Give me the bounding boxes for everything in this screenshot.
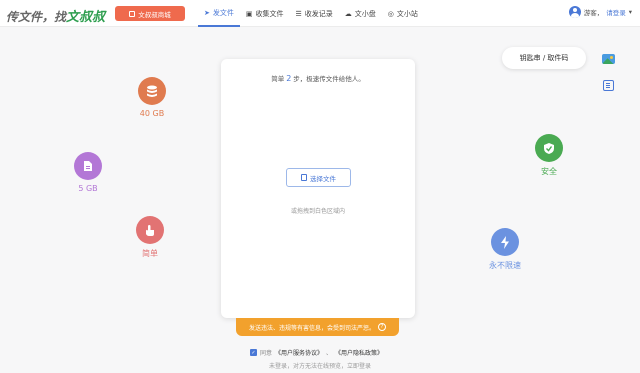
feature-label: 永不限速 [489, 261, 521, 270]
pickup-code-button[interactable]: 钥匙串 / 取件码 [502, 47, 586, 69]
warning-banner: 发送违法、违规等有害信息，会受到司法严惩。 ? [236, 318, 399, 336]
nav-cloud-disk[interactable]: ☁ 文小盘 [339, 0, 382, 27]
image-tool-button[interactable] [599, 50, 617, 68]
compass-icon: ◎ [387, 9, 394, 18]
nav-collect-files[interactable]: ▣ 收集文件 [240, 0, 290, 27]
logo-highlight: 文叔叔 [66, 10, 106, 25]
login-link[interactable]: 请登录 [606, 7, 626, 17]
nav-label: 文小盘 [354, 9, 376, 18]
lightning-icon [491, 228, 519, 256]
drop-hint: 或拖拽到白色区域内 [290, 208, 345, 215]
list-icon [602, 79, 614, 91]
user-menu[interactable]: 游客， 请登录 ▾ [568, 6, 632, 18]
nav-label: 发文件 [212, 8, 234, 17]
steps-pre: 简单 [271, 75, 285, 83]
feature-label: 40 GB [139, 109, 165, 118]
help-icon[interactable]: ? [378, 323, 386, 331]
list-tool-button[interactable] [599, 76, 617, 94]
choose-file-button[interactable]: 选择文件 [286, 168, 351, 187]
send-icon: ➤ [204, 8, 210, 17]
choose-file-label: 选择文件 [310, 174, 336, 183]
shop-button[interactable]: 文叔叔商城 [115, 6, 185, 21]
warning-text: 发送违法、违规等有害信息，会受到司法严惩。 [248, 324, 375, 332]
agree-sep: 、 [326, 350, 333, 357]
feature-storage: 40 GB [130, 77, 174, 118]
document-icon [74, 152, 102, 180]
record-icon: ☰ [295, 9, 302, 18]
site-logo[interactable]: 传文件，找文叔叔 [6, 6, 105, 25]
privacy-policy-link[interactable]: 《用户隐私政策》 [335, 348, 383, 357]
file-icon [301, 174, 307, 181]
feature-simple: 简单 [128, 216, 172, 259]
image-icon [601, 54, 615, 64]
feature-unlimited-speed: 永不限速 [480, 228, 530, 271]
top-header: 传文件，找文叔叔 文叔叔商城 ➤ 发文件 ▣ 收集文件 ☰ 收发记录 ☁ 文小盘… [0, 0, 640, 27]
logo-prefix: 传文件，找 [6, 10, 67, 24]
feature-label: 安全 [541, 167, 557, 176]
login-note[interactable]: 未登录，对方无法在线预览，立即登录 [0, 361, 640, 370]
steps-text: 简单 2 步，极速传文件给他人。 [221, 73, 415, 83]
database-icon [138, 77, 166, 105]
chevron-down-icon: ▾ [628, 8, 632, 16]
shop-label: 文叔叔商城 [138, 10, 171, 19]
nav-records[interactable]: ☰ 收发记录 [290, 0, 339, 27]
steps-post: 步，极速传文件给他人。 [293, 75, 365, 83]
feature-secure: 安全 [527, 134, 571, 177]
user-agreement-link[interactable]: 《用户服务协议》 [275, 348, 323, 357]
main-nav: ➤ 发文件 ▣ 收集文件 ☰ 收发记录 ☁ 文小盘 ◎ 文小站 [198, 0, 424, 27]
cloud-icon: ☁ [344, 9, 352, 18]
agree-checkbox[interactable]: ✓ [250, 349, 257, 356]
nav-send-file[interactable]: ➤ 发文件 [198, 0, 240, 27]
nav-label: 收集文件 [255, 9, 284, 18]
avatar-icon [568, 6, 581, 18]
user-guest: 游客， [583, 9, 604, 17]
feature-label: 简单 [142, 249, 158, 258]
agreement-row: ✓ 同意 《用户服务协议》 、 《用户隐私政策》 [250, 348, 383, 357]
steps-num: 2 [286, 74, 292, 83]
nav-label: 文小站 [396, 9, 418, 18]
upload-card[interactable]: 简单 2 步，极速传文件给他人。 选择文件 或拖拽到白色区域内 [221, 59, 415, 318]
touch-icon [136, 216, 164, 244]
nav-station[interactable]: ◎ 文小站 [382, 0, 424, 27]
collect-icon: ▣ [245, 9, 253, 18]
shop-icon [129, 10, 136, 17]
agree-label: 同意 [260, 350, 273, 357]
shield-check-icon [535, 134, 563, 162]
feature-label: 5 GB [78, 184, 98, 193]
nav-label: 收发记录 [304, 9, 333, 18]
feature-free-size: 5 GB [66, 152, 110, 193]
